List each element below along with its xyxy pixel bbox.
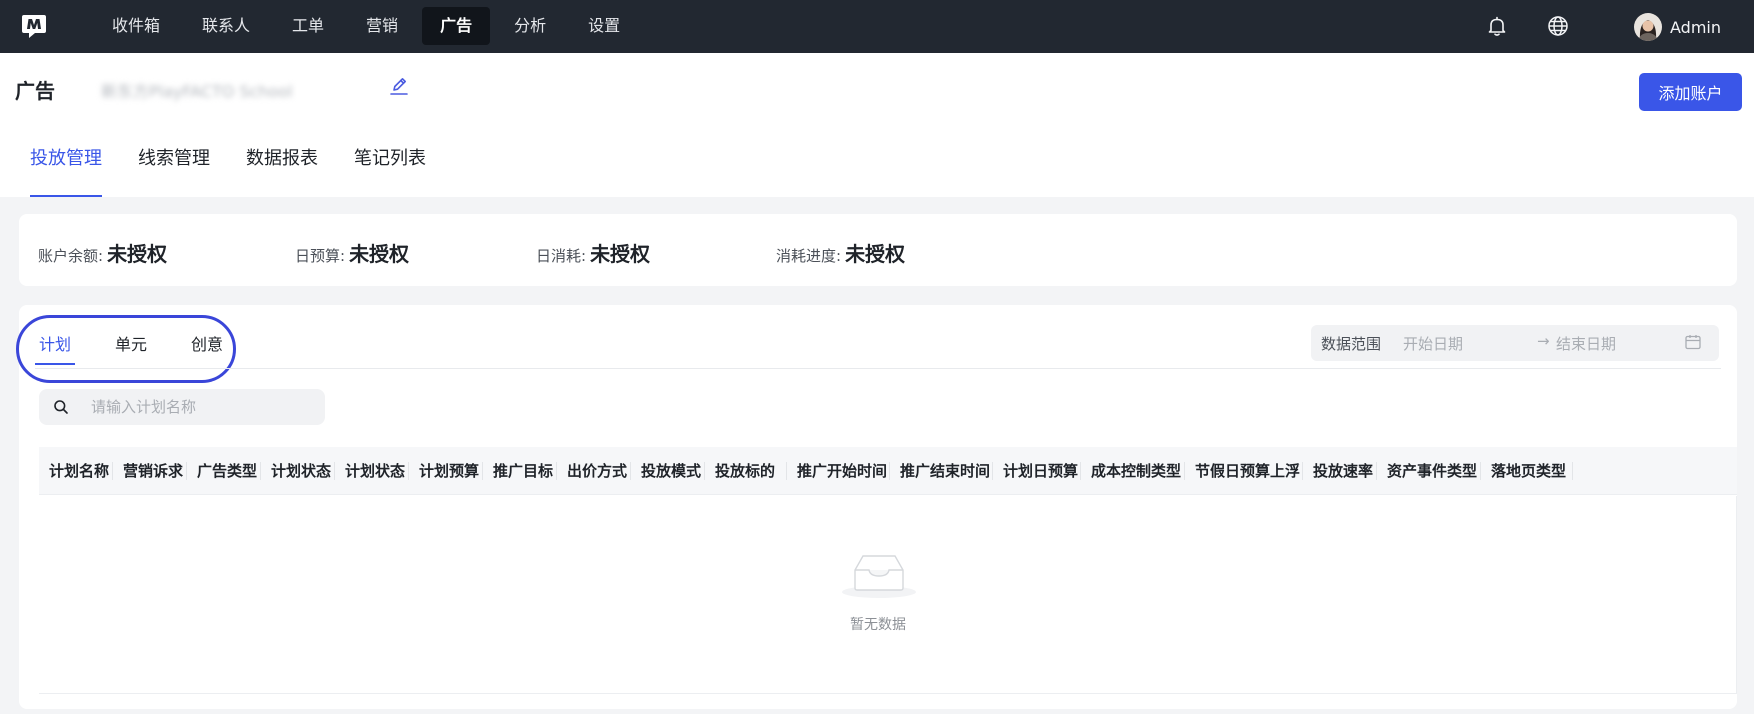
plan-table: 计划名称 营销诉求 广告类型 计划状态 计划状态 计划预算 推广目标 出价方式 …: [39, 447, 1737, 695]
edit-icon[interactable]: [388, 75, 410, 97]
main-tabs: 投放管理 线索管理 数据报表 笔记列表: [12, 139, 444, 197]
nav-item-settings[interactable]: 设置: [570, 7, 638, 45]
stat-spend-progress: 消耗进度: 未授权: [776, 238, 905, 267]
tab-data-report[interactable]: 数据报表: [228, 139, 336, 197]
divider: [35, 368, 1721, 369]
stat-value: 未授权: [845, 242, 906, 266]
stat-daily-spend: 日消耗: 未授权: [536, 238, 650, 267]
tab-delivery-management[interactable]: 投放管理: [12, 139, 120, 197]
search-input[interactable]: [91, 389, 311, 425]
table-header-cell[interactable]: 成本控制类型: [1081, 447, 1185, 495]
table-body: 暂无数据: [39, 496, 1737, 694]
table-header-cell[interactable]: 推广目标: [483, 447, 557, 495]
date-range-picker[interactable]: 数据范围 开始日期 → 结束日期: [1311, 325, 1719, 361]
plan-search-box[interactable]: [39, 389, 325, 425]
nav-item-tickets[interactable]: 工单: [274, 7, 342, 45]
user-name: Admin: [1670, 17, 1721, 37]
table-header-cell[interactable]: 计划状态: [261, 447, 335, 495]
stat-label: 日消耗:: [536, 247, 587, 265]
page-title: 广告: [15, 79, 55, 103]
stat-value: 未授权: [107, 242, 168, 266]
account-stats-card: 账户余额: 未授权 日预算: 未授权 日消耗: 未授权 消耗进度: 未授权: [19, 214, 1737, 286]
stat-label: 日预算:: [295, 247, 346, 265]
nav-item-marketing[interactable]: 营销: [348, 7, 416, 45]
table-header-cell[interactable]: 推广结束时间: [890, 447, 993, 495]
nav-item-ads[interactable]: 广告: [422, 7, 491, 45]
account-name: 新东方PlayFACTO School: [101, 82, 293, 101]
empty-inbox-icon: [842, 555, 916, 598]
arrow-right-icon: →: [1537, 332, 1550, 350]
page-header: 广告 新东方PlayFACTO School 添加账户 投放管理 线索管理 数据…: [0, 53, 1754, 197]
campaign-data-card: 计划 单元 创意 数据范围 开始日期 → 结束日期 计划名称 营销诉求 广告类型…: [16, 305, 1737, 709]
end-date-input[interactable]: 结束日期: [1556, 333, 1616, 354]
tab-lead-management[interactable]: 线索管理: [120, 139, 228, 197]
table-header-cell[interactable]: 计划状态: [335, 447, 409, 495]
table-header-cell[interactable]: 投放速率: [1303, 447, 1377, 495]
table-header-cell[interactable]: 出价方式: [557, 447, 631, 495]
tab-unit[interactable]: 单元: [111, 325, 151, 369]
add-account-button[interactable]: 添加账户: [1639, 73, 1742, 111]
start-date-input[interactable]: 开始日期: [1403, 333, 1463, 354]
table-header-row: 计划名称 营销诉求 广告类型 计划状态 计划状态 计划预算 推广目标 出价方式 …: [39, 447, 1737, 495]
nav-item-contacts[interactable]: 联系人: [184, 7, 268, 45]
nav-item-analytics[interactable]: 分析: [496, 7, 564, 45]
globe-icon[interactable]: [1547, 15, 1569, 37]
table-header-cell[interactable]: 营销诉求: [113, 447, 187, 495]
table-border: [39, 693, 1737, 694]
app-logo-icon[interactable]: [20, 12, 48, 40]
top-navigation-bar: 收件箱 联系人 工单 营销 广告 分析 设置 Admin: [0, 0, 1754, 53]
date-range-label: 数据范围: [1321, 335, 1382, 353]
main-nav: 收件箱 联系人 工单 营销 广告 分析 设置: [94, 7, 644, 45]
table-header-cell[interactable]: 推广开始时间: [787, 447, 890, 495]
stat-value: 未授权: [590, 242, 651, 266]
stat-daily-budget: 日预算: 未授权: [295, 238, 409, 267]
bell-icon[interactable]: [1486, 15, 1508, 37]
table-border: [1736, 496, 1737, 694]
table-header-cell[interactable]: 投放标的: [705, 447, 787, 495]
table-header-cell[interactable]: 落地页类型: [1481, 447, 1573, 495]
table-header-cell[interactable]: 广告类型: [187, 447, 261, 495]
stat-value: 未授权: [349, 242, 410, 266]
table-header-cell[interactable]: 计划名称: [39, 447, 113, 495]
table-header-cell[interactable]: 资产事件类型: [1377, 447, 1481, 495]
nav-item-inbox[interactable]: 收件箱: [94, 7, 178, 45]
stat-label: 账户余额:: [38, 247, 104, 265]
avatar: [1634, 13, 1662, 41]
calendar-icon[interactable]: [1684, 333, 1702, 351]
empty-state-text: 暂无数据: [850, 617, 906, 633]
sub-tabs: 计划 单元 创意: [35, 325, 263, 369]
tab-plan[interactable]: 计划: [35, 325, 76, 369]
table-header-cell[interactable]: 节假日预算上浮: [1185, 447, 1303, 495]
stat-label: 消耗进度:: [776, 247, 842, 265]
user-menu[interactable]: Admin: [1634, 12, 1721, 42]
table-header-cell[interactable]: 计划预算: [409, 447, 483, 495]
stat-account-balance: 账户余额: 未授权: [38, 238, 167, 267]
table-header-cell[interactable]: 计划日预算: [993, 447, 1081, 495]
tab-note-list[interactable]: 笔记列表: [336, 139, 444, 197]
table-header-cell[interactable]: 投放模式: [631, 447, 705, 495]
search-icon: [54, 400, 68, 414]
tab-creative[interactable]: 创意: [187, 325, 227, 369]
